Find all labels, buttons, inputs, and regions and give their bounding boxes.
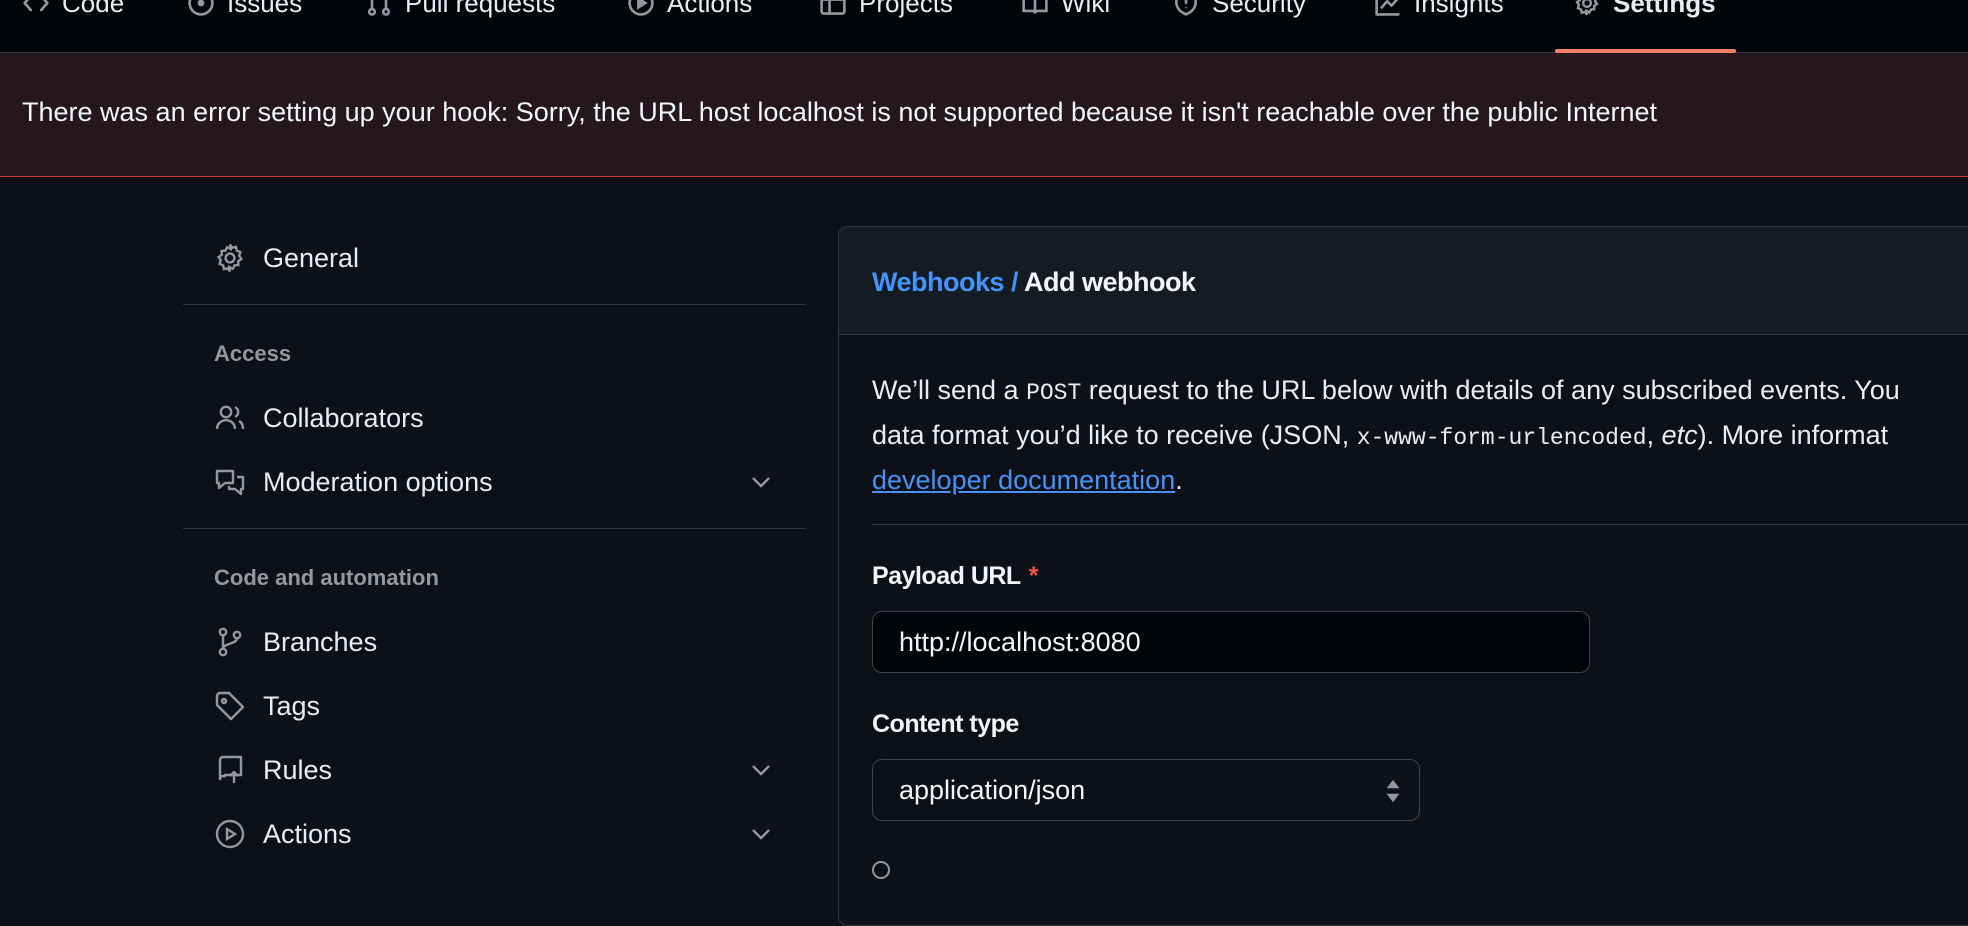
sidebar-item-label: General	[263, 242, 360, 273]
tab-settings[interactable]: Settings	[1573, 0, 1716, 18]
tab-label: Insights	[1414, 0, 1504, 18]
sidebar-item-tags[interactable]: Tags	[214, 686, 774, 726]
tab-insights[interactable]: Insights	[1374, 0, 1504, 18]
sidebar-item-moderation-options[interactable]: Moderation options	[214, 462, 774, 502]
tab-label: Pull requests	[405, 0, 556, 18]
book-icon	[1021, 0, 1049, 17]
required-mark: *	[1028, 562, 1039, 590]
select-arrows-icon	[1385, 778, 1401, 804]
sidebar-divider	[183, 304, 805, 305]
comment-discussion-icon	[214, 466, 246, 498]
sidebar-item-label: Actions	[263, 818, 352, 849]
tab-label: Issues	[227, 0, 303, 18]
tab-label: Wiki	[1061, 0, 1111, 18]
error-flash-banner: There was an error setting up your hook:…	[0, 53, 1968, 177]
webhook-description: We’ll send a POST request to the URL bel…	[872, 369, 1968, 501]
description-em: etc	[1661, 420, 1698, 450]
tab-label: Settings	[1613, 0, 1716, 18]
tab-wiki[interactable]: Wiki	[1021, 0, 1110, 18]
graph-icon	[1374, 0, 1402, 17]
sidebar-heading-access: Access	[214, 341, 292, 366]
tab-security[interactable]: Security	[1172, 0, 1306, 18]
sidebar-item-rules[interactable]: Rules	[214, 750, 774, 790]
description-text: data format you’d like to receive (JSON,	[872, 420, 1357, 450]
play-icon	[214, 818, 246, 850]
sidebar-item-general[interactable]: General	[214, 238, 774, 278]
sidebar-item-actions[interactable]: Actions	[214, 814, 774, 854]
payload-url-input[interactable]	[872, 611, 1590, 673]
breadcrumb-webhooks-link[interactable]: Webhooks	[872, 267, 1005, 297]
repo-nav: Code Issues Pull requests Actions Projec…	[0, 0, 1968, 53]
tab-label: Code	[62, 0, 125, 18]
tab-label: Security	[1212, 0, 1306, 18]
code-urlencoded: x-www-form-urlencoded	[1356, 425, 1647, 451]
panel-header: Webhooks / Add webhook	[839, 227, 1968, 335]
selected-value: application/json	[899, 774, 1086, 805]
description-text: ). More informat	[1697, 420, 1889, 450]
gear-icon	[214, 242, 246, 274]
chevron-down-icon[interactable]	[748, 757, 774, 783]
tab-issues[interactable]: Issues	[187, 0, 302, 18]
add-webhook-panel: Webhooks / Add webhook We’ll send a POST…	[838, 226, 1968, 926]
people-icon	[214, 402, 246, 434]
description-text: request to the URL below with details of…	[1081, 375, 1900, 405]
page-title: Add webhook	[1024, 267, 1196, 297]
sidebar-item-branches[interactable]: Branches	[214, 622, 774, 662]
tab-actions[interactable]: Actions	[627, 0, 752, 18]
tab-label: Projects	[859, 0, 953, 18]
panel-divider	[872, 524, 1968, 525]
payload-url-label: Payload URL *	[872, 562, 1038, 591]
sidebar-item-label: Collaborators	[263, 402, 424, 433]
tab-pull-requests[interactable]: Pull requests	[365, 0, 555, 18]
pull-request-icon	[365, 0, 393, 17]
error-message: There was an error setting up your hook:…	[22, 97, 1658, 127]
content-type-select[interactable]: application/json	[872, 759, 1420, 821]
sidebar-item-label: Moderation options	[263, 466, 493, 497]
sidebar-item-collaborators[interactable]: Collaborators	[214, 398, 774, 438]
developer-documentation-link[interactable]: developer documentation	[872, 465, 1175, 495]
breadcrumb: Webhooks / Add webhook	[872, 267, 1196, 298]
tab-projects[interactable]: Projects	[819, 0, 953, 18]
code-post: POST	[1026, 380, 1082, 406]
chevron-down-icon[interactable]	[748, 469, 774, 495]
description-text: ,	[1646, 420, 1662, 450]
tab-code[interactable]: Code	[22, 0, 124, 18]
description-text: .	[1175, 465, 1183, 495]
sidebar-item-label: Rules	[263, 754, 333, 785]
code-icon	[22, 0, 50, 17]
git-branch-icon	[214, 626, 246, 658]
play-icon	[627, 0, 655, 17]
gear-icon	[1573, 0, 1601, 17]
label-text: Payload URL	[872, 562, 1021, 590]
chevron-down-icon[interactable]	[748, 821, 774, 847]
shield-icon	[1172, 0, 1200, 17]
sidebar-heading-code-automation: Code and automation	[214, 565, 439, 590]
tab-label: Actions	[667, 0, 753, 18]
sidebar-item-label: Tags	[263, 690, 321, 721]
description-text: We’ll send a	[872, 375, 1027, 405]
issue-icon	[187, 0, 215, 17]
table-icon	[819, 0, 847, 17]
sidebar-item-label: Branches	[263, 626, 378, 657]
tag-icon	[214, 690, 246, 722]
content-type-label: Content type	[872, 710, 1019, 738]
repo-push-icon	[214, 754, 246, 786]
sidebar-divider	[183, 528, 805, 529]
breadcrumb-separator: /	[1011, 267, 1019, 297]
